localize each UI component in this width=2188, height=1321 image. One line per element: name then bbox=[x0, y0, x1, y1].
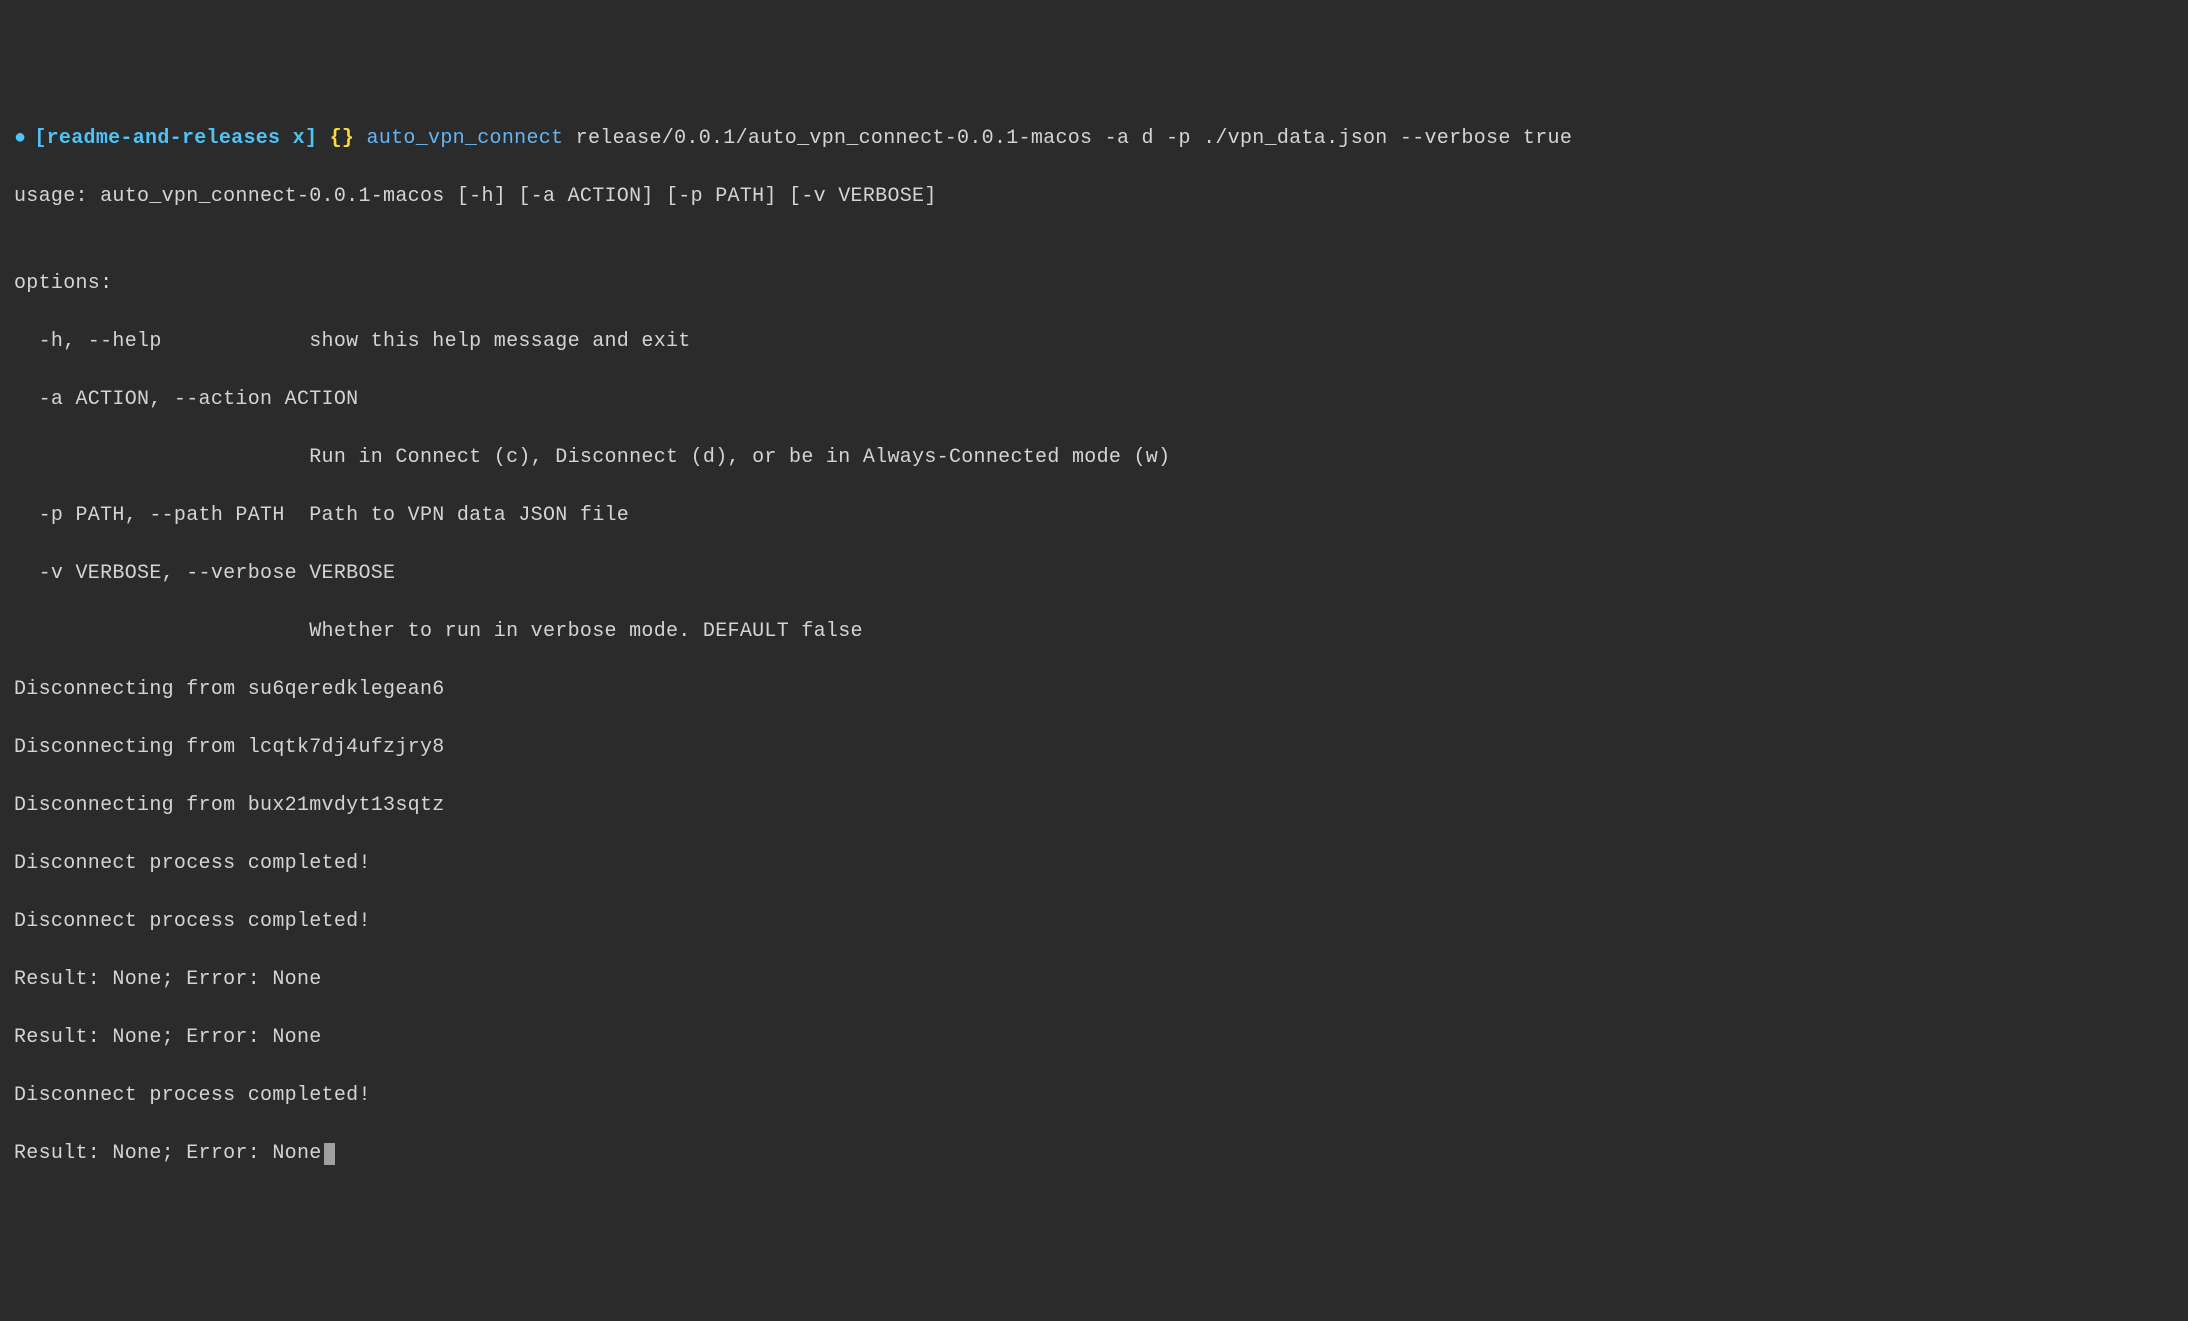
terminal-output-line: Disconnecting from su6qeredklegean6 bbox=[14, 675, 2174, 704]
terminal-output-line: Disconnecting from lcqtk7dj4ufzjry8 bbox=[14, 733, 2174, 762]
terminal-output-line: Disconnecting from bux21mvdyt13sqtz bbox=[14, 791, 2174, 820]
terminal-output-line: Whether to run in verbose mode. DEFAULT … bbox=[14, 617, 2174, 646]
prompt-space3 bbox=[563, 124, 575, 153]
prompt-space2 bbox=[354, 124, 366, 153]
prompt-open-bracket: [ bbox=[34, 124, 46, 153]
terminal-output-line: Disconnect process completed! bbox=[14, 1081, 2174, 1110]
prompt-args: release/0.0.1/auto_vpn_connect-0.0.1-mac… bbox=[576, 124, 1572, 153]
terminal-output-text: Result: None; Error: None bbox=[14, 1142, 322, 1165]
prompt-close-bracket: ] bbox=[305, 124, 317, 153]
terminal-output-line: options: bbox=[14, 269, 2174, 298]
terminal-output-line: Result: None; Error: None bbox=[14, 1023, 2174, 1052]
prompt-bullet-icon: ● bbox=[14, 124, 26, 153]
terminal-output-line: Run in Connect (c), Disconnect (d), or b… bbox=[14, 443, 2174, 472]
terminal-output-line: Disconnect process completed! bbox=[14, 849, 2174, 878]
terminal-output-line: usage: auto_vpn_connect-0.0.1-macos [-h]… bbox=[14, 182, 2174, 211]
prompt-command: auto_vpn_connect bbox=[367, 124, 564, 153]
prompt-branch: readme-and-releases x bbox=[47, 124, 305, 153]
terminal-output-line: Result: None; Error: None bbox=[14, 965, 2174, 994]
terminal-prompt-line[interactable]: ● [readme-and-releases x] {} auto_vpn_con… bbox=[14, 124, 2174, 153]
terminal-output-line: Disconnect process completed! bbox=[14, 907, 2174, 936]
terminal-output-line: -h, --help show this help message and ex… bbox=[14, 327, 2174, 356]
prompt-space bbox=[317, 124, 329, 153]
terminal-output-line: Result: None; Error: None bbox=[14, 1139, 2174, 1168]
terminal-output-line: -p PATH, --path PATH Path to VPN data JS… bbox=[14, 501, 2174, 530]
prompt-curly: {} bbox=[330, 124, 355, 153]
terminal-output-line: -a ACTION, --action ACTION bbox=[14, 385, 2174, 414]
terminal-cursor bbox=[324, 1143, 335, 1165]
terminal-output-line: -v VERBOSE, --verbose VERBOSE bbox=[14, 559, 2174, 588]
